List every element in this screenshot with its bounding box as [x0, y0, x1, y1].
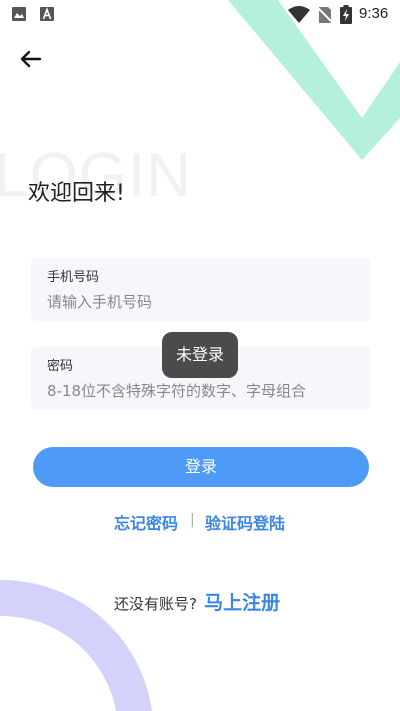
welcome-title: 欢迎回来!	[28, 181, 125, 206]
status-time: 9:36	[359, 5, 389, 22]
register-link[interactable]: 马上注册	[204, 592, 280, 614]
sms-login-link[interactable]: 验证码登陆	[205, 510, 285, 534]
font-icon	[40, 7, 54, 21]
battery-charging-icon	[340, 5, 352, 24]
status-bar: 9:36	[0, 0, 400, 28]
decorative-arc-shape	[0, 579, 152, 711]
arrow-left-icon	[20, 50, 42, 68]
wifi-icon	[288, 6, 310, 23]
phone-field: 手机号码	[31, 258, 370, 321]
forgot-password-link[interactable]: 忘记密码	[114, 510, 178, 534]
login-screen: 9:36 LOGIN 欢迎回来! 手机号码 密码 未登录 登录 忘记密码 | 验…	[0, 0, 400, 711]
phone-label: 手机号码	[47, 270, 100, 285]
back-button[interactable]	[14, 44, 50, 74]
register-prompt: 还没有账号?	[114, 595, 197, 613]
gallery-icon	[12, 7, 26, 21]
link-divider: |	[190, 512, 195, 528]
register-row: 还没有账号? 马上注册	[114, 588, 280, 615]
login-button[interactable]: 登录	[33, 447, 369, 487]
password-label: 密码	[47, 359, 74, 374]
toast-message: 未登录	[162, 332, 238, 378]
phone-input[interactable]	[47, 290, 357, 314]
no-sim-icon	[318, 7, 332, 23]
password-input[interactable]	[47, 379, 357, 403]
